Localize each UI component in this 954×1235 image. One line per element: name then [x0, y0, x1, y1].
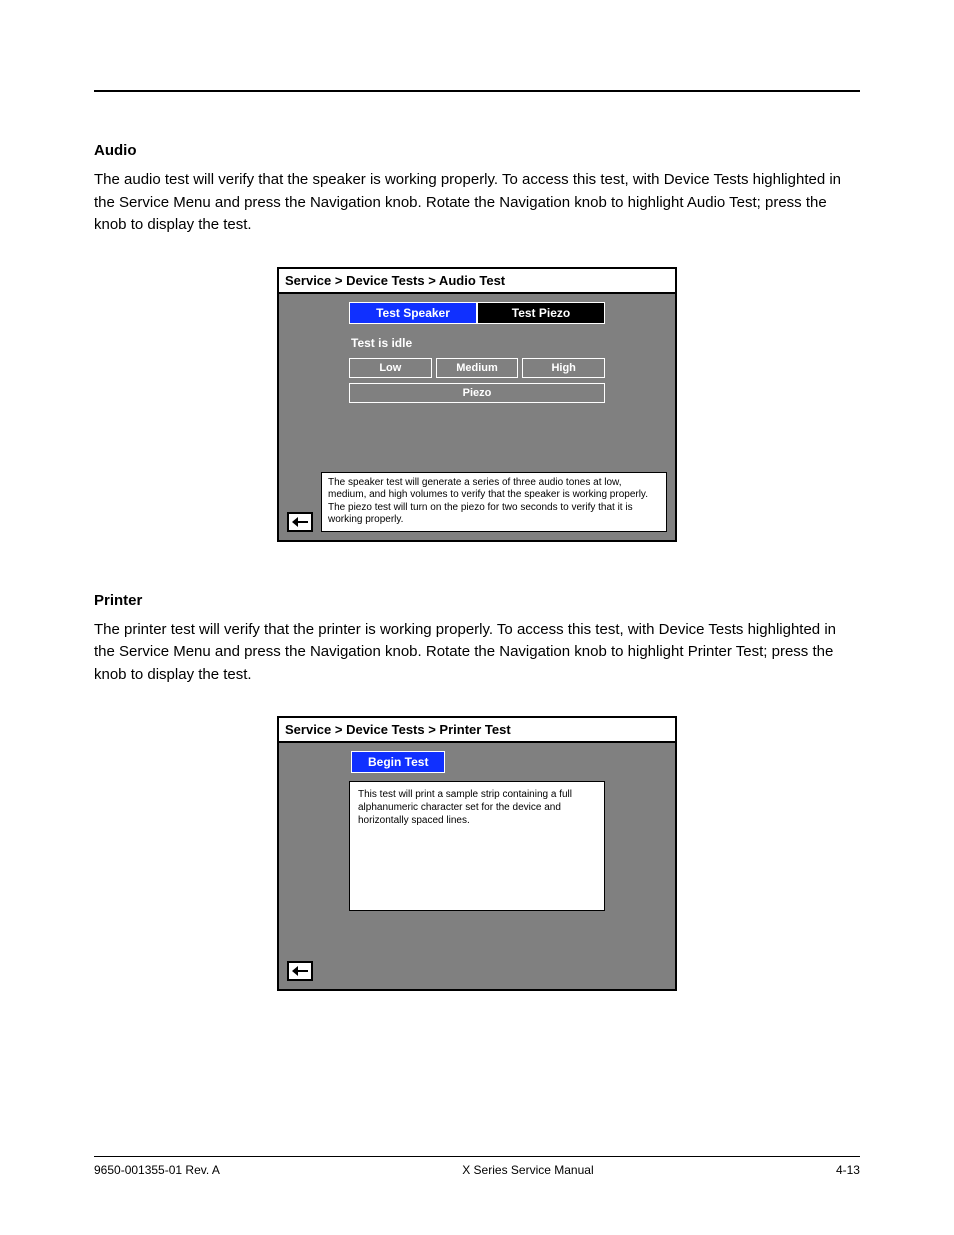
printer-heading: Printer	[94, 592, 860, 609]
audio-info-text: The speaker test will generate a series …	[321, 472, 667, 532]
volume-low-button[interactable]: Low	[349, 358, 432, 378]
footer-product: X Series Service Manual	[462, 1163, 593, 1177]
top-rule	[94, 90, 860, 92]
begin-test-button[interactable]: Begin Test	[351, 751, 445, 773]
audio-status: Test is idle	[349, 336, 605, 350]
printer-info-text: This test will print a sample strip cont…	[349, 781, 605, 911]
volume-high-button[interactable]: High	[522, 358, 605, 378]
footer-rule	[94, 1156, 860, 1157]
audio-breadcrumb: Service > Device Tests > Audio Test	[279, 269, 675, 294]
volume-row: Low Medium High	[349, 358, 605, 378]
arrow-left-icon	[292, 966, 308, 976]
printer-test-screenshot: Service > Device Tests > Printer Test Be…	[277, 716, 677, 991]
footer-page: 4-13	[836, 1163, 860, 1177]
back-button[interactable]	[287, 961, 313, 981]
audio-test-screenshot: Service > Device Tests > Audio Test Test…	[277, 267, 677, 542]
printer-body-text: The printer test will verify that the pr…	[94, 619, 860, 687]
test-piezo-tab[interactable]: Test Piezo	[477, 302, 605, 324]
back-button[interactable]	[287, 512, 313, 532]
audio-tab-row: Test Speaker Test Piezo	[349, 302, 605, 324]
audio-heading: Audio	[94, 142, 860, 159]
page-footer: 9650-001355-01 Rev. A X Series Service M…	[94, 1156, 860, 1177]
piezo-button[interactable]: Piezo	[349, 383, 605, 403]
printer-breadcrumb: Service > Device Tests > Printer Test	[279, 718, 675, 743]
test-speaker-tab[interactable]: Test Speaker	[349, 302, 477, 324]
audio-body-text: The audio test will verify that the spea…	[94, 169, 860, 237]
volume-medium-button[interactable]: Medium	[436, 358, 519, 378]
arrow-left-icon	[292, 517, 308, 527]
footer-rev: 9650-001355-01 Rev. A	[94, 1163, 220, 1177]
